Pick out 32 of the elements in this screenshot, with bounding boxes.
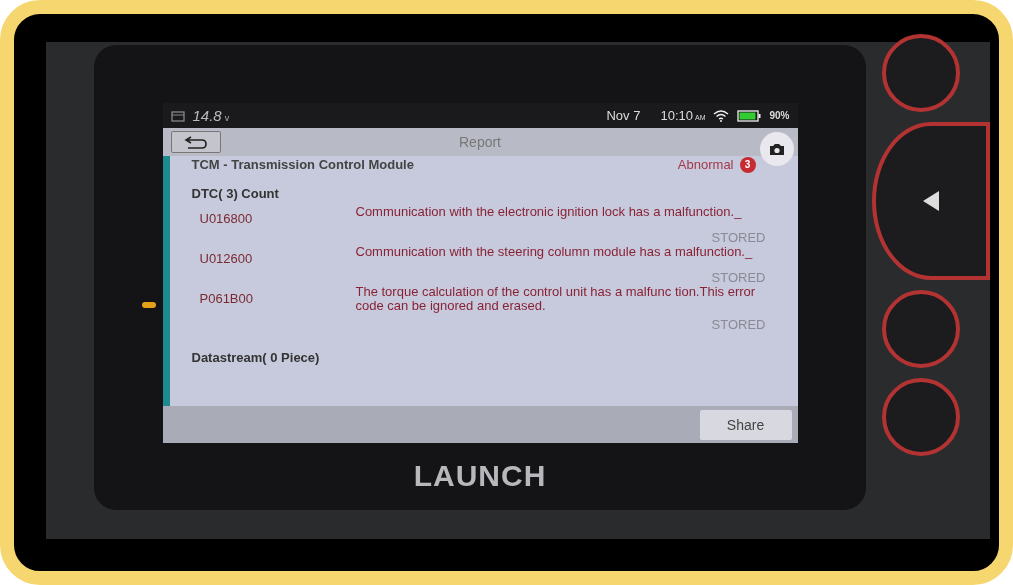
brand-logo: LAUNCH	[413, 459, 547, 493]
dtc-status: STORED	[711, 230, 766, 245]
dtc-status: STORED	[711, 317, 766, 332]
voltage-reading: 14.8	[192, 107, 222, 124]
voltage-unit: v	[224, 113, 230, 123]
date-text: Nov 7	[606, 108, 641, 123]
datastream-heading: Datastream( 0 Piece)	[190, 349, 321, 367]
dtc-code: U016800	[198, 210, 254, 226]
battery-percent: 90%	[769, 110, 790, 121]
left-arrow-icon	[921, 190, 941, 212]
dtc-code: P061B00	[198, 290, 254, 308]
camera-button[interactable]	[759, 132, 794, 166]
dtc-description: The torque calculation of the control unit has a malfunc tion.This error code can be ignored and erased.	[355, 285, 757, 313]
dtc-code: U012600	[198, 250, 254, 266]
back-arrow-icon	[182, 135, 209, 149]
wifi-icon	[713, 109, 730, 122]
indicator-light	[142, 302, 156, 308]
clock-time: 10:10	[660, 108, 693, 123]
dtc-description: Communication with the steering column module has a malfunction._	[355, 245, 754, 261]
back-button[interactable]	[170, 131, 221, 153]
module-name: TCM - Transmission Control Module	[191, 157, 414, 172]
status-label: Abnormal	[677, 157, 734, 172]
hardware-button[interactable]	[872, 122, 990, 280]
camera-icon	[768, 142, 785, 156]
dialog-title: Report	[459, 134, 501, 150]
dtc-status: STORED	[711, 270, 766, 285]
share-button[interactable]: Share	[699, 409, 792, 440]
battery-icon	[737, 109, 762, 122]
dtc-heading: DTC( 3) Count	[190, 185, 280, 203]
calendar-icon	[170, 109, 185, 122]
dtc-description: Communication with the electronic ignition lock has a malfunction._	[355, 205, 743, 221]
count-badge: 3	[739, 156, 756, 173]
